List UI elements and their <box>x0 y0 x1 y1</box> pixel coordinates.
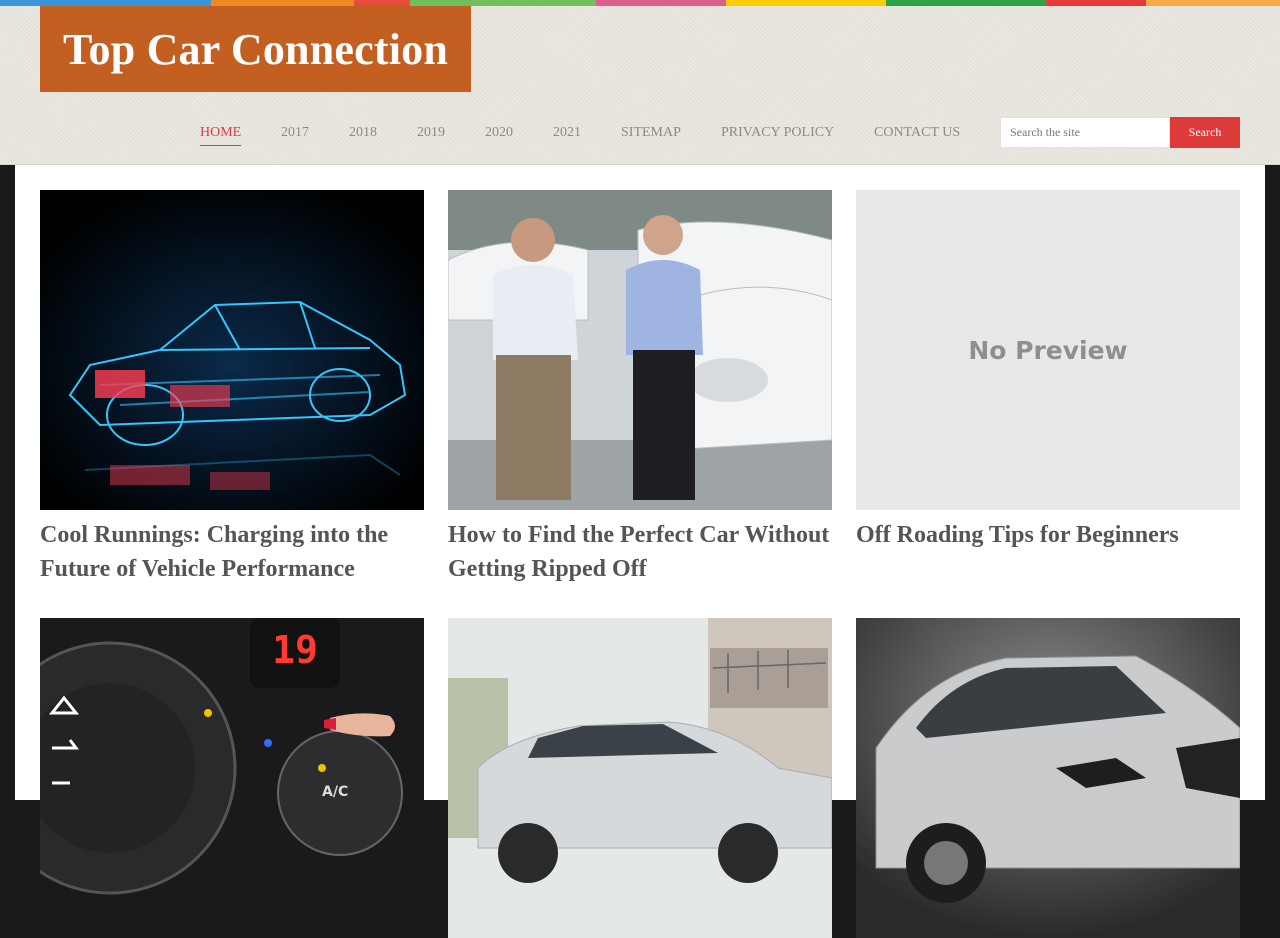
post-thumbnail-silver-wagon[interactable] <box>448 618 832 938</box>
silver-wagon-image <box>448 618 832 938</box>
car-xray-image <box>40 190 424 510</box>
post-title[interactable]: Cool Runnings: Charging into the Future … <box>40 518 432 586</box>
post-thumbnail-dealership[interactable] <box>448 190 832 510</box>
no-preview-placeholder: No Preview <box>856 190 1240 510</box>
nav-item-contact-us[interactable]: CONTACT US <box>874 117 960 149</box>
post-title[interactable]: Off Roading Tips for Beginners <box>856 518 1248 552</box>
post-thumbnail-no-preview[interactable]: No Preview <box>856 190 1240 510</box>
site-title[interactable]: Top Car Connection <box>63 24 448 75</box>
nav-item-2018[interactable]: 2018 <box>349 117 377 149</box>
nav-item-2021[interactable]: 2021 <box>553 117 581 149</box>
climate-control-image: 19 A/C <box>40 618 424 938</box>
post-thumbnail-climate-control[interactable]: 19 A/C <box>40 618 424 938</box>
nav-item-privacy-policy[interactable]: PRIVACY POLICY <box>721 117 834 149</box>
temperature-readout-graphic: 19 <box>272 628 318 672</box>
nav-item-2017[interactable]: 2017 <box>281 117 309 149</box>
no-preview-label: No Preview <box>968 335 1128 365</box>
nav-item-home[interactable]: HOME <box>200 117 242 149</box>
site-logo[interactable]: Top Car Connection <box>40 6 471 92</box>
svg-text:A/C: A/C <box>322 784 348 800</box>
nav-item-2020[interactable]: 2020 <box>485 117 513 149</box>
post-grid: Cool Runnings: Charging into the Future … <box>15 165 1265 938</box>
nav-item-sitemap[interactable]: SITEMAP <box>621 117 681 149</box>
search-button[interactable]: Search <box>1170 117 1240 148</box>
nav-item-2019[interactable]: 2019 <box>417 117 445 149</box>
dealership-image <box>448 190 832 510</box>
silver-suv-image <box>856 618 1240 938</box>
post-thumbnail-silver-suv[interactable] <box>856 618 1240 938</box>
search-input[interactable] <box>1000 117 1170 148</box>
post-title[interactable]: How to Find the Perfect Car Without Gett… <box>448 518 840 586</box>
post-thumbnail-car-xray[interactable] <box>40 190 424 510</box>
